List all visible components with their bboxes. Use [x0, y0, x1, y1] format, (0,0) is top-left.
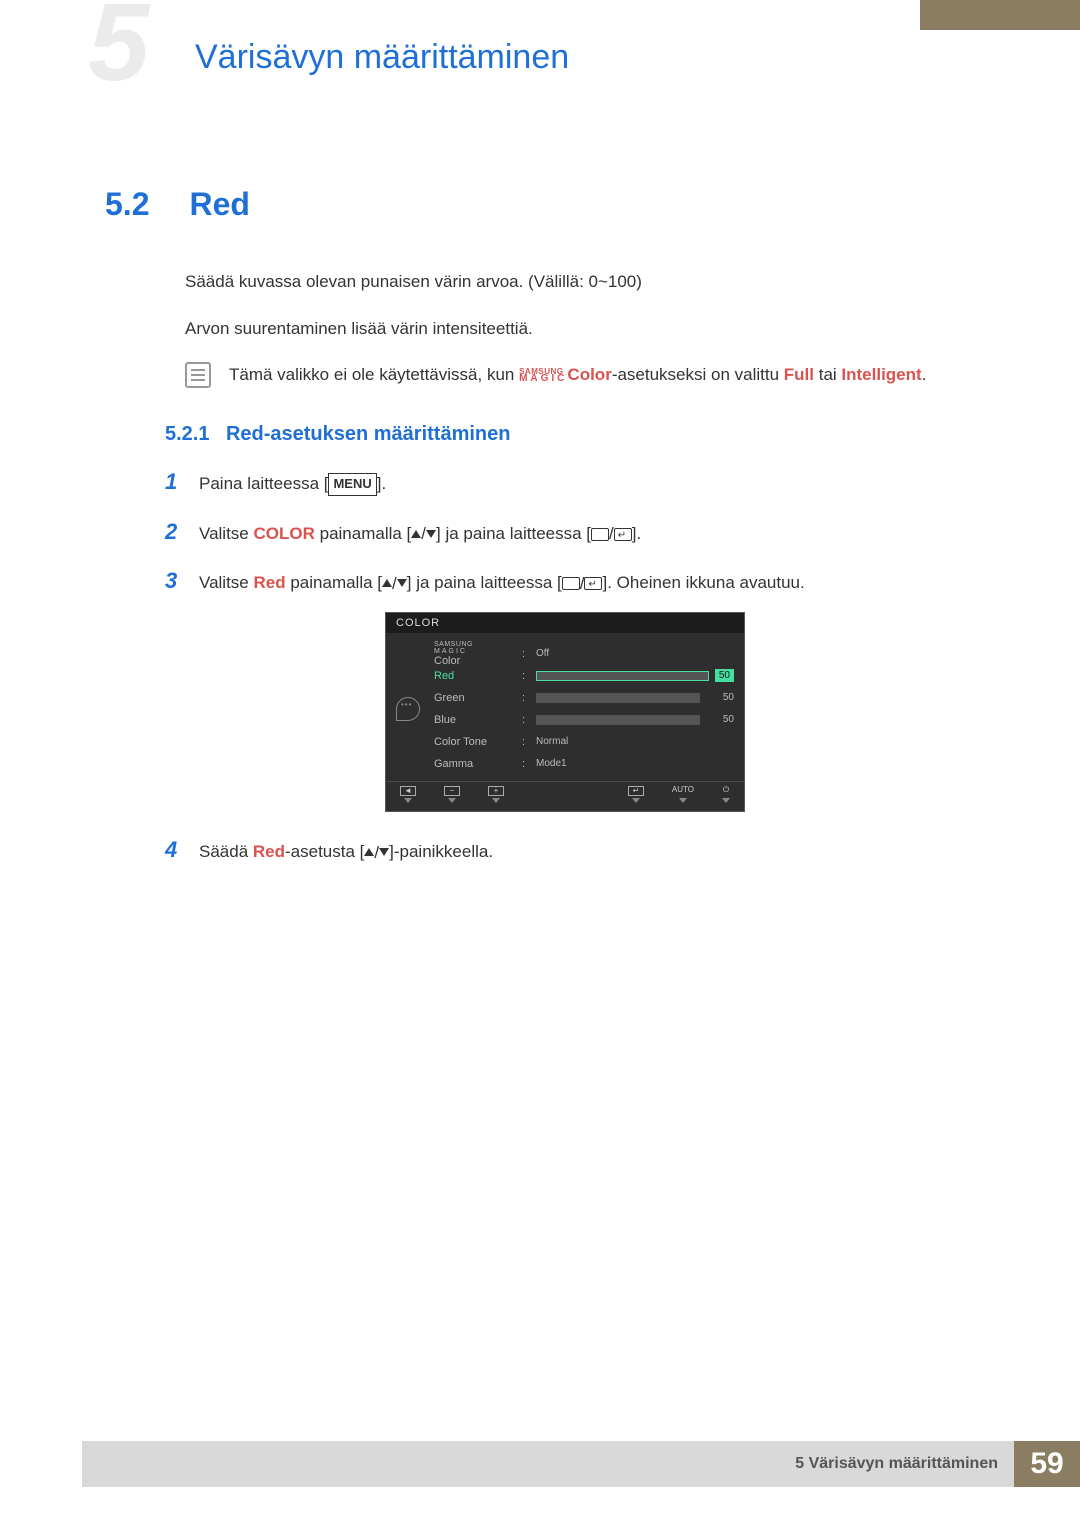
screen-icon: [591, 528, 609, 541]
subsection-header: 5.2.1 Red-asetuksen määrittäminen: [165, 423, 965, 446]
step-number: 3: [165, 563, 185, 598]
auto-label: AUTO: [672, 786, 694, 796]
osd-row-magic: SAMSUNG MAGIC Color : Off: [434, 643, 734, 665]
triangle-up-icon: [382, 579, 392, 587]
enter-icon: [614, 528, 632, 541]
content: 5.2 Red Säädä kuvassa olevan punaisen vä…: [105, 186, 965, 881]
osd-slider-green: [536, 693, 700, 703]
osd-value: Normal: [536, 736, 734, 747]
section-header: 5.2 Red: [105, 186, 965, 223]
step-number: 1: [165, 464, 185, 499]
osd-value: Off: [536, 648, 734, 659]
osd-value: Mode1: [536, 758, 734, 769]
note-icon: [185, 362, 211, 388]
steps-list: 1 Paina laitteessa [MENU]. 2 Valitse COL…: [165, 464, 965, 867]
chapter-title: Värisävyn määrittäminen: [195, 38, 569, 77]
triangle-down-icon: [426, 530, 436, 538]
paragraph-1: Säädä kuvassa olevan punaisen värin arvo…: [185, 268, 965, 295]
osd-value: 50: [715, 669, 734, 682]
osd-row-red: Red : 50: [434, 665, 734, 687]
menu-button-label: MENU: [328, 473, 376, 496]
corner-tab: [920, 0, 1080, 30]
palette-icon: [396, 697, 420, 721]
subsection-title: Red-asetuksen määrittäminen: [226, 423, 511, 445]
samsung-magic-small: SAMSUNG MAGIC: [434, 641, 516, 655]
step-text: Valitse Red painamalla [/] ja paina lait…: [199, 569, 965, 597]
triangle-up-icon: [364, 848, 374, 856]
paragraph-2: Arvon suurentaminen lisää värin intensit…: [185, 315, 965, 342]
note: Tämä valikko ei ole käytettävissä, kun S…: [185, 362, 965, 388]
triangle-down-icon: [397, 579, 407, 587]
osd-slider-red: [536, 671, 709, 681]
power-icon: ⏻: [723, 786, 729, 796]
osd-label: Blue: [434, 714, 516, 726]
enter-icon: [584, 577, 602, 590]
enter-small-icon: ↵: [628, 786, 644, 796]
step-1: 1 Paina laitteessa [MENU].: [165, 464, 965, 499]
osd-label: Gamma: [434, 758, 516, 770]
triangle-down-icon: [379, 848, 389, 856]
section-number: 5.2: [105, 186, 185, 223]
back-icon: ◄: [400, 786, 416, 796]
screen-icon: [562, 577, 580, 590]
chapter-ghost-number: 5: [88, 15, 149, 70]
page-footer: 5 Värisävyn määrittäminen 59: [82, 1441, 1080, 1487]
osd-row-gamma: Gamma : Mode1: [434, 753, 734, 775]
page-number: 59: [1014, 1441, 1080, 1487]
step-4: 4 Säädä Red-asetusta [/]-painikkeella.: [165, 832, 965, 867]
step-2: 2 Valitse COLOR painamalla [/] ja paina …: [165, 514, 965, 549]
note-text: Tämä valikko ei ole käytettävissä, kun S…: [229, 365, 926, 385]
footer-chapter-label: 5 Värisävyn määrittäminen: [795, 1455, 998, 1473]
minus-icon: −: [444, 786, 460, 796]
osd-screenshot: COLOR SAMSUNG MAGIC Color : Off: [385, 612, 745, 812]
osd-label: Color Tone: [434, 736, 516, 748]
step-number: 2: [165, 514, 185, 549]
osd-row-green: Green : 50: [434, 687, 734, 709]
osd-footer: ◄ − + ↵ AUTO ⏻: [386, 781, 744, 811]
samsung-magic-label: SAMSUNGMAGIC: [519, 369, 567, 383]
osd-slider-blue: [536, 715, 700, 725]
osd-label: Green: [434, 692, 516, 704]
section-title: Red: [189, 186, 249, 223]
subsection-number: 5.2.1: [165, 423, 209, 445]
step-text: Paina laitteessa [MENU].: [199, 470, 965, 497]
osd-row-blue: Blue : 50: [434, 709, 734, 731]
osd-title: COLOR: [386, 613, 744, 633]
plus-icon: +: [488, 786, 504, 796]
osd-row-tone: Color Tone : Normal: [434, 731, 734, 753]
step-text: Valitse COLOR painamalla [/] ja paina la…: [199, 520, 965, 548]
step-number: 4: [165, 832, 185, 867]
osd-value: 50: [706, 714, 734, 725]
osd-label-red: Red: [434, 670, 516, 682]
triangle-up-icon: [411, 530, 421, 538]
osd-value: 50: [706, 692, 734, 703]
step-text: Säädä Red-asetusta [/]-painikkeella.: [199, 838, 965, 866]
step-3: 3 Valitse Red painamalla [/] ja paina la…: [165, 563, 965, 598]
